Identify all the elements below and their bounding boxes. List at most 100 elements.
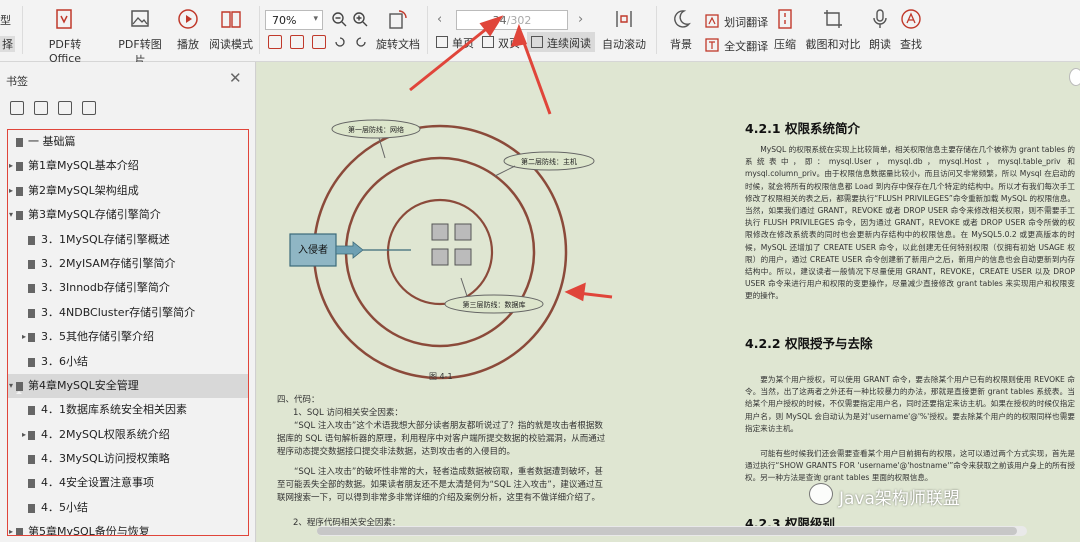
bookmark-item[interactable]: 4．1数据库系统安全相关因素 — [8, 398, 248, 422]
chevron-right-icon[interactable]: ▸ — [9, 179, 13, 203]
background-button[interactable]: 背景 — [664, 8, 698, 52]
actual-size-icon[interactable] — [312, 35, 326, 49]
screenshot-compare-label: 截图和对比 — [805, 38, 861, 51]
bookmark-item[interactable]: 4．3MySQL访问授权策略 — [8, 447, 248, 471]
bookmark-item[interactable]: ▸ 第1章MySQL基本介绍 — [8, 154, 248, 178]
scrollbar-thumb[interactable] — [317, 527, 1017, 535]
add-bookmark-icon[interactable] — [58, 101, 72, 115]
chevron-right-icon[interactable]: ▸ — [22, 325, 26, 349]
full-translate-button[interactable]: 全文翻译 — [705, 35, 768, 54]
close-icon[interactable]: ✕ — [229, 69, 242, 87]
chevron-down-icon[interactable]: ▾ — [9, 374, 13, 398]
pdf-to-office-button[interactable]: PDF转Office — [35, 8, 95, 65]
bookmark-item[interactable]: 3．6小结 — [8, 350, 248, 374]
bookmark-item[interactable]: ▸ 4．2MySQL权限系统介绍 — [8, 423, 248, 447]
chevron-down-icon: ▾ — [313, 14, 318, 24]
bookmark-item[interactable]: ▸ 第5章MySQL备份与恢复 — [8, 520, 248, 536]
bookmark-label: 4．1数据库系统安全相关因素 — [41, 403, 187, 417]
chevron-down-icon[interactable]: ▾ — [9, 203, 13, 227]
chevron-right-icon[interactable]: ▸ — [22, 423, 26, 447]
bookmark-flag-icon — [28, 308, 35, 321]
compress-button[interactable]: 压缩 — [772, 8, 798, 52]
read-mode-button[interactable]: 阅读模式 — [208, 8, 254, 52]
word-translate-label: 划词翻译 — [724, 16, 769, 29]
divider — [427, 6, 428, 54]
continuous-read-button[interactable]: 连续阅读 — [527, 32, 595, 52]
prev-page-icon[interactable]: ‹ — [437, 12, 442, 27]
document-viewer[interactable]: 第一层防线：网络 第二层防线：主机 第三层防线：数据库 入侵者 图 4-1 四、… — [257, 62, 1080, 542]
find-label: 查找 — [900, 38, 922, 51]
find-icon — [901, 9, 921, 29]
chevron-right-icon[interactable]: ▸ — [9, 154, 13, 178]
fit-page-icon[interactable] — [268, 35, 282, 49]
play-button[interactable]: 播放 — [173, 8, 203, 52]
double-page-button[interactable]: 双页 — [478, 32, 524, 52]
subsection-heading: 1、SQL 访问相关安全因素： — [293, 408, 403, 418]
security-layers-figure: 第一层防线：网络 第二层防线：主机 第三层防线：数据库 入侵者 — [289, 119, 595, 380]
read-aloud-button[interactable]: 朗读 — [868, 8, 892, 52]
total-pages: /302 — [506, 14, 532, 27]
bookmark-item[interactable]: 3．3Innodb存储引擎简介 — [8, 276, 248, 300]
bookmark-flag-icon — [28, 455, 35, 468]
page-number-input[interactable]: 34/302 — [456, 10, 568, 30]
bookmark-item[interactable]: 3．1MySQL存储引擎概述 — [8, 228, 248, 252]
bookmark-flag-icon — [28, 430, 35, 443]
rotate-doc-button[interactable]: 旋转文档 — [376, 8, 420, 52]
bookmark-label: 3．4NDBCluster存储引擎简介 — [41, 305, 196, 319]
zoom-in-icon[interactable] — [352, 11, 368, 27]
bookmark-item[interactable]: 3．4NDBCluster存储引擎简介 — [8, 301, 248, 325]
callout-pointer — [494, 165, 516, 177]
bookmark-item[interactable]: ▾ 第3章MySQL存储引擎简介 — [8, 203, 248, 227]
zoom-out-icon[interactable] — [331, 11, 347, 27]
fit-width-icon[interactable] — [290, 35, 304, 49]
bookmark-item[interactable]: ▸ 3．5其他存储引擎介绍 — [8, 325, 248, 349]
bookmark-label: 第1章MySQL基本介绍 — [28, 159, 139, 173]
scroll-button[interactable] — [1069, 68, 1080, 86]
collapse-all-icon[interactable] — [34, 101, 48, 115]
expand-all-icon[interactable] — [10, 101, 24, 115]
screenshot-icon — [824, 10, 842, 28]
layer-3-label: 第三层防线：数据库 — [463, 300, 526, 309]
auto-scroll-button[interactable]: 自动滚动 — [598, 8, 650, 52]
callout-pointer — [460, 277, 468, 297]
translate-icon — [705, 14, 719, 28]
chevron-right-icon[interactable]: ▸ — [9, 520, 13, 535]
bookmark-item[interactable]: 3．2MyISAM存储引擎简介 — [8, 252, 248, 276]
bookmark-label: 第5章MySQL备份与恢复 — [28, 525, 150, 536]
bookmark-flag-icon — [28, 259, 35, 272]
bookmark-label: 一 基础篇 — [28, 135, 76, 148]
find-button[interactable]: 查找 — [899, 8, 923, 52]
bookmark-flag-icon — [28, 235, 35, 248]
bookmark-flag-icon — [16, 138, 23, 150]
bookmark-item[interactable]: 一 基础篇 — [8, 130, 248, 154]
bookmark-item[interactable]: ▾ 第4章MySQL安全管理 — [8, 373, 248, 399]
next-page-icon[interactable]: › — [578, 12, 583, 27]
compress-label: 压缩 — [774, 38, 796, 51]
zoom-value: 70% — [272, 14, 297, 27]
pdf-to-image-button[interactable]: PDF转图片 — [113, 8, 167, 68]
screenshot-compare-button[interactable]: 截图和对比 — [805, 8, 861, 52]
server-box — [454, 248, 472, 266]
horizontal-scrollbar[interactable] — [317, 526, 1027, 536]
bookmark-item[interactable]: ▸ 第2章MySQL架构组成 — [8, 179, 248, 203]
play-label: 播放 — [177, 38, 199, 51]
cut-label-bottom[interactable]: 择 — [0, 36, 15, 52]
bookmark-item[interactable]: 4．5小结 — [8, 496, 248, 520]
rotate-right-icon[interactable] — [354, 35, 368, 49]
bookmark-label: 3．6小结 — [41, 354, 88, 368]
bookmark-icon[interactable] — [82, 101, 96, 115]
single-page-button[interactable]: 单页 — [432, 32, 478, 52]
moon-icon — [674, 10, 691, 28]
divider — [259, 6, 260, 54]
book-icon — [221, 11, 241, 28]
bookmark-flag-icon — [28, 284, 35, 297]
rotate-left-icon[interactable] — [333, 35, 347, 49]
zoom-select[interactable]: 70% ▾ — [265, 10, 323, 30]
bookmark-flag-icon — [28, 406, 35, 419]
bookmark-item[interactable]: 4．4安全设置注意事项 — [8, 471, 248, 495]
word-translate-button[interactable]: 划词翻译 — [705, 11, 768, 30]
intruder-label: 入侵者 — [298, 244, 328, 256]
toolbar: 型 择 PDF转Office PDF转图片 播放 阅读模式 70% ▾ 旋转文档… — [0, 0, 1080, 67]
divider — [656, 6, 657, 54]
read-mode-label: 阅读模式 — [209, 38, 253, 51]
